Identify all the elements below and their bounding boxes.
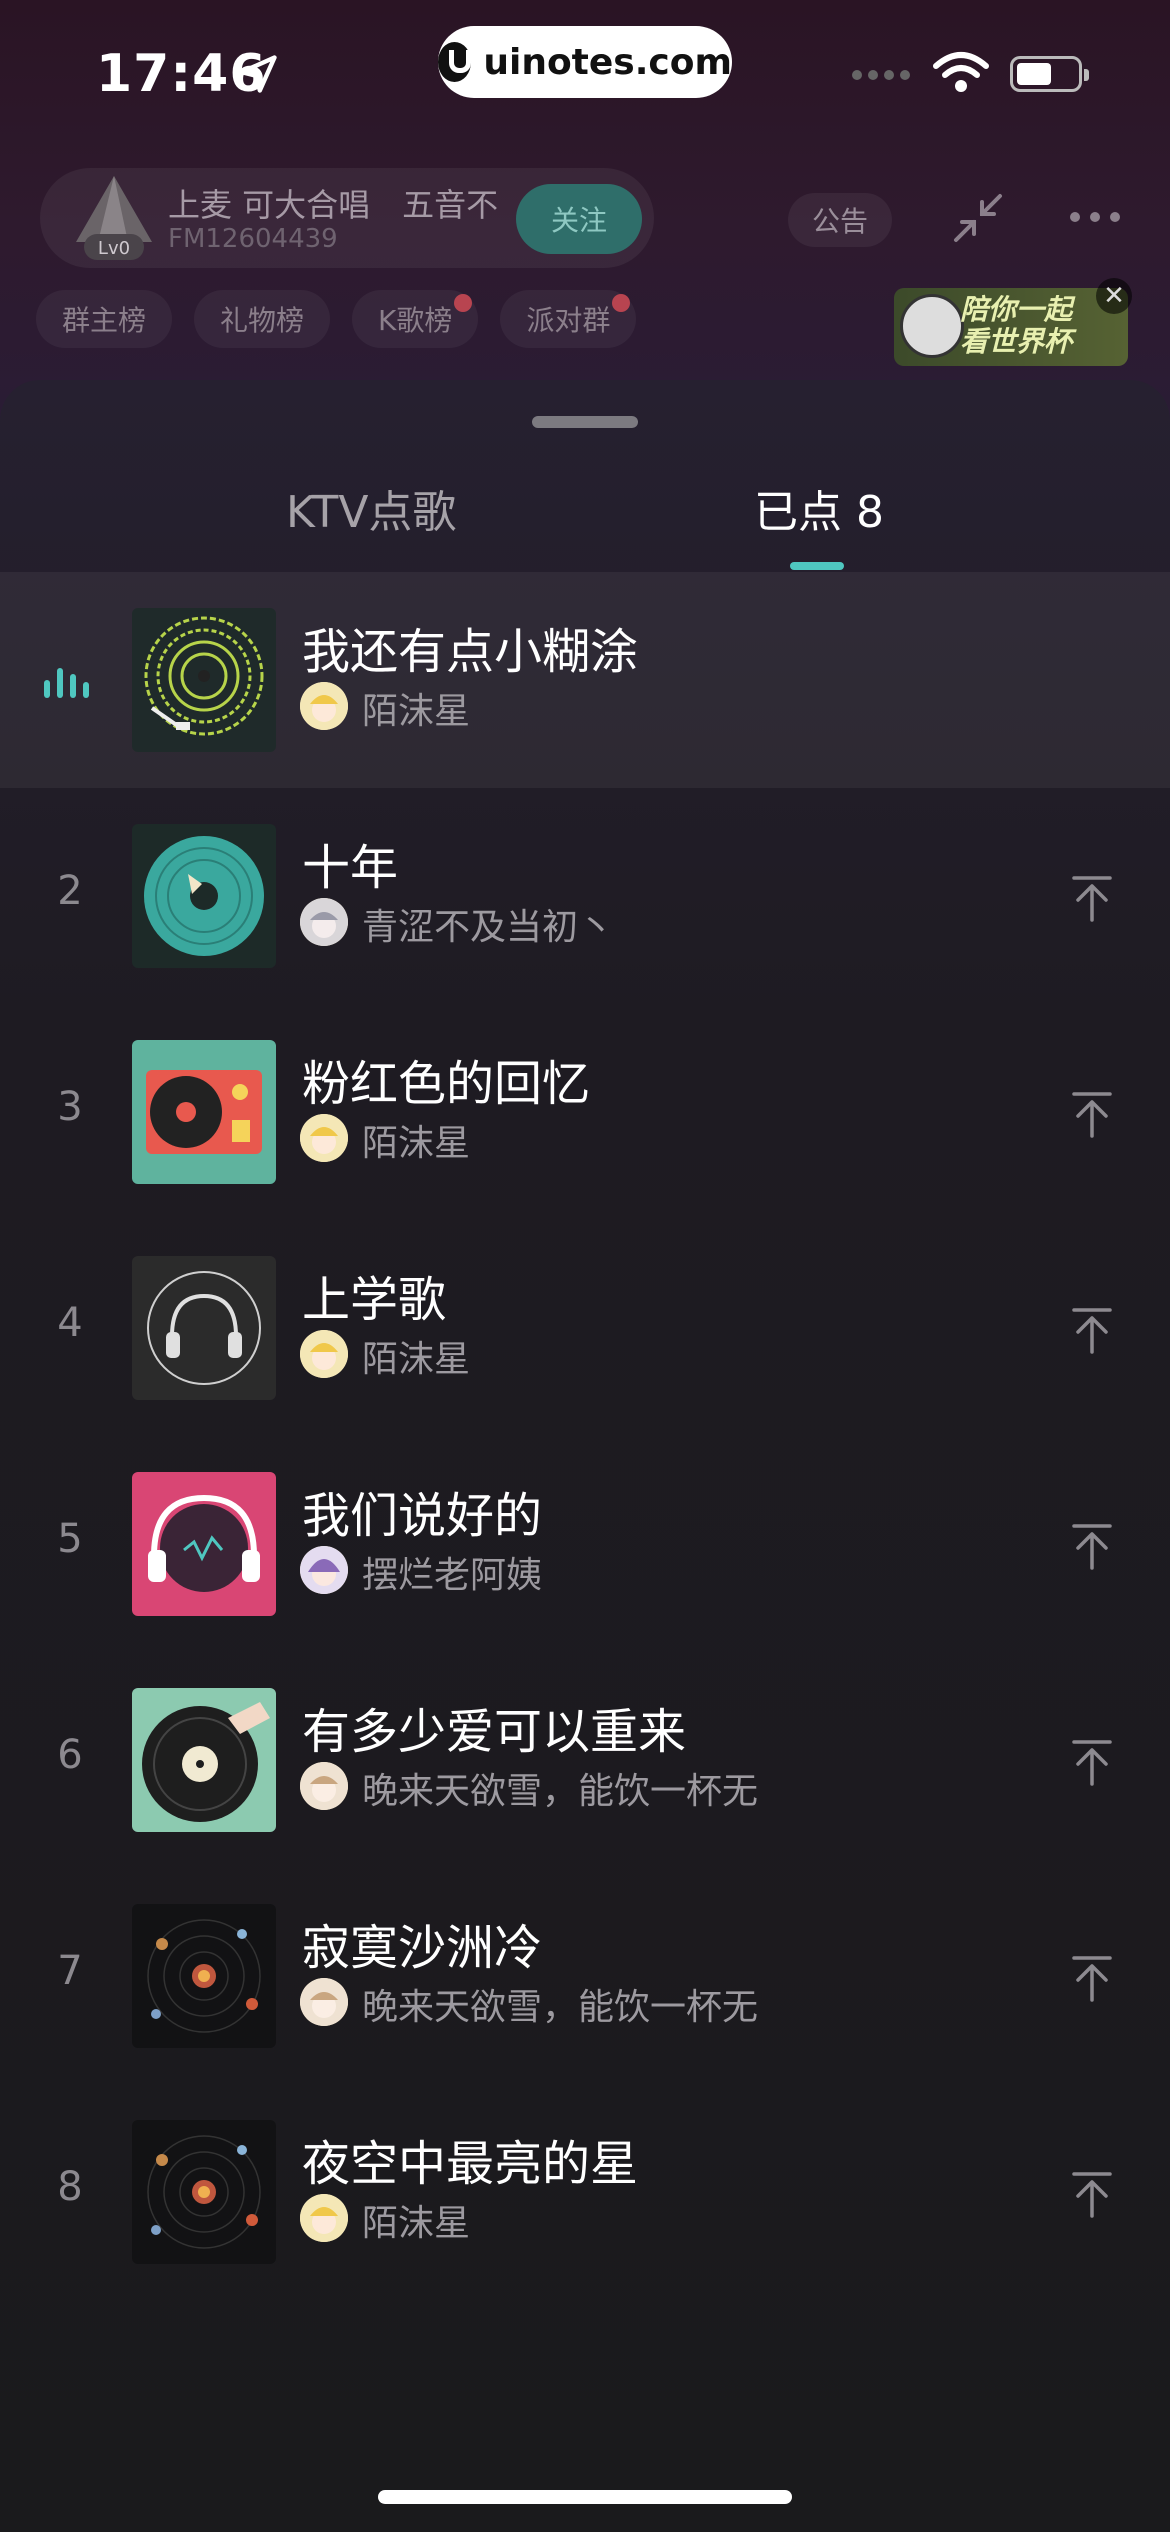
song-index: 7: [57, 1948, 83, 1994]
requester-name: 陌沫星: [362, 1339, 471, 1380]
song-row[interactable]: 3 粉红色的回忆 陌沫星: [0, 1004, 1170, 1220]
soccer-ball-icon: [900, 294, 964, 358]
move-to-top-icon[interactable]: [1066, 1088, 1118, 1140]
sheet-drag-handle[interactable]: [532, 416, 638, 428]
promo-text: 陪你一起 看世界杯: [960, 293, 1073, 358]
notification-dot: [454, 294, 473, 312]
room-level-avatar: Lv0: [76, 176, 152, 260]
uinotes-logo-icon: [438, 42, 472, 82]
url-pill: uinotes.com: [438, 26, 732, 98]
status-bar: 17:46 uinotes.com: [0, 0, 1170, 150]
user-avatar: [300, 1762, 348, 1810]
user-avatar: [300, 1546, 348, 1594]
user-avatar: [300, 1330, 348, 1378]
room-name: 上麦 可大合唱 五音不: [168, 186, 499, 224]
level-badge-text: Lv0: [98, 238, 130, 259]
rank-tag-owner[interactable]: 群主榜: [36, 290, 173, 348]
song-title: 我们说好的: [302, 1488, 543, 1544]
song-title: 有多少爱可以重来: [302, 1704, 687, 1760]
move-to-top-icon[interactable]: [1066, 1952, 1118, 2004]
room-info-card[interactable]: Lv0 上麦 可大合唱 五音不 FM12604439 关注: [40, 168, 654, 268]
song-cover: [132, 1040, 276, 1184]
requester-name: 摆烂老阿姨: [362, 1555, 543, 1596]
tab-requested-songs[interactable]: 已点 8: [754, 476, 884, 540]
song-row[interactable]: 5 我们说好的 摆烂老阿姨: [0, 1436, 1170, 1652]
tab-ktv-song-request[interactable]: KTV点歌: [286, 476, 456, 540]
song-row[interactable]: 4 上学歌 陌沫星: [0, 1220, 1170, 1436]
battery-icon: [1010, 56, 1089, 92]
now-playing-icon: [44, 666, 90, 698]
close-promo-icon[interactable]: ✕: [1096, 278, 1132, 314]
song-index: 8: [57, 2164, 83, 2210]
requester-name: 青涩不及当初丶: [362, 907, 615, 948]
move-to-top-icon[interactable]: [1066, 1736, 1118, 1788]
rank-tag-ksong[interactable]: K歌榜: [352, 290, 479, 348]
wifi-icon: [933, 52, 989, 92]
song-title: 我还有点小糊涂: [302, 624, 639, 680]
follow-button[interactable]: 关注: [516, 184, 642, 254]
song-index: 3: [57, 1084, 83, 1130]
move-to-top-icon[interactable]: [1066, 1520, 1118, 1572]
rank-tag-party[interactable]: 派对群: [500, 290, 637, 348]
active-tab-indicator: [790, 562, 844, 570]
move-to-top-icon[interactable]: [1066, 1304, 1118, 1356]
song-cover: [132, 824, 276, 968]
notification-dot: [612, 294, 631, 312]
notice-button[interactable]: 公告: [788, 193, 892, 247]
room-id: FM12604439: [168, 224, 338, 254]
user-avatar: [300, 2194, 348, 2242]
song-cover: [132, 2120, 276, 2264]
requester-name: 陌沫星: [362, 691, 471, 732]
url-text: uinotes.com: [483, 41, 732, 83]
song-cover: [132, 608, 276, 752]
song-cover: [132, 1472, 276, 1616]
home-indicator[interactable]: [378, 2490, 792, 2504]
song-cover: [132, 1688, 276, 1832]
requester-name: 陌沫星: [362, 1123, 471, 1164]
song-title: 十年: [302, 840, 399, 896]
song-index: 4: [57, 1300, 83, 1346]
song-row[interactable]: 我还有点小糊涂 陌沫星: [0, 572, 1170, 788]
move-to-top-icon[interactable]: [1066, 2168, 1118, 2220]
user-avatar: [300, 898, 348, 946]
song-cover: [132, 1904, 276, 2048]
world-cup-promo-banner[interactable]: 陪你一起 看世界杯: [894, 288, 1128, 366]
song-index: 5: [57, 1516, 83, 1562]
rank-tag-gift[interactable]: 礼物榜: [194, 290, 331, 348]
song-title: 上学歌: [302, 1272, 447, 1328]
cellular-signal-icon: [852, 70, 910, 80]
song-row[interactable]: 8 夜空中最亮的星 陌沫星: [0, 2084, 1170, 2300]
location-arrow-icon: [239, 55, 277, 93]
song-queue-sheet: KTV点歌 已点 8 我还有点小糊涂 陌沫星 2 十年 青涩不及当初丶 3 粉红…: [0, 380, 1170, 2532]
requester-name: 晚来天欲雪，能饮一杯无: [362, 1771, 759, 1812]
user-avatar: [300, 682, 348, 730]
song-row[interactable]: 7 寂寞沙洲冷 晚来天欲雪，能饮一杯无: [0, 1868, 1170, 2084]
song-row[interactable]: 6 有多少爱可以重来 晚来天欲雪，能饮一杯无: [0, 1652, 1170, 1868]
song-row[interactable]: 2 十年 青涩不及当初丶: [0, 788, 1170, 1004]
more-options-icon[interactable]: [1070, 212, 1120, 222]
rank-tags: 群主榜 礼物榜 K歌榜 派对群: [36, 290, 637, 348]
requester-name: 晚来天欲雪，能饮一杯无: [362, 1987, 759, 2028]
user-avatar: [300, 1114, 348, 1162]
song-title: 寂寞沙洲冷: [302, 1920, 543, 1976]
minimize-icon[interactable]: [950, 190, 1006, 246]
requester-name: 陌沫星: [362, 2203, 471, 2244]
song-title: 粉红色的回忆: [302, 1056, 591, 1112]
song-list: 我还有点小糊涂 陌沫星 2 十年 青涩不及当初丶 3 粉红色的回忆 陌沫星 4 …: [0, 572, 1170, 2300]
song-title: 夜空中最亮的星: [302, 2136, 639, 2192]
song-index: 2: [57, 868, 83, 914]
song-index: 6: [57, 1732, 83, 1778]
move-to-top-icon[interactable]: [1066, 872, 1118, 924]
song-cover: [132, 1256, 276, 1400]
user-avatar: [300, 1978, 348, 2026]
